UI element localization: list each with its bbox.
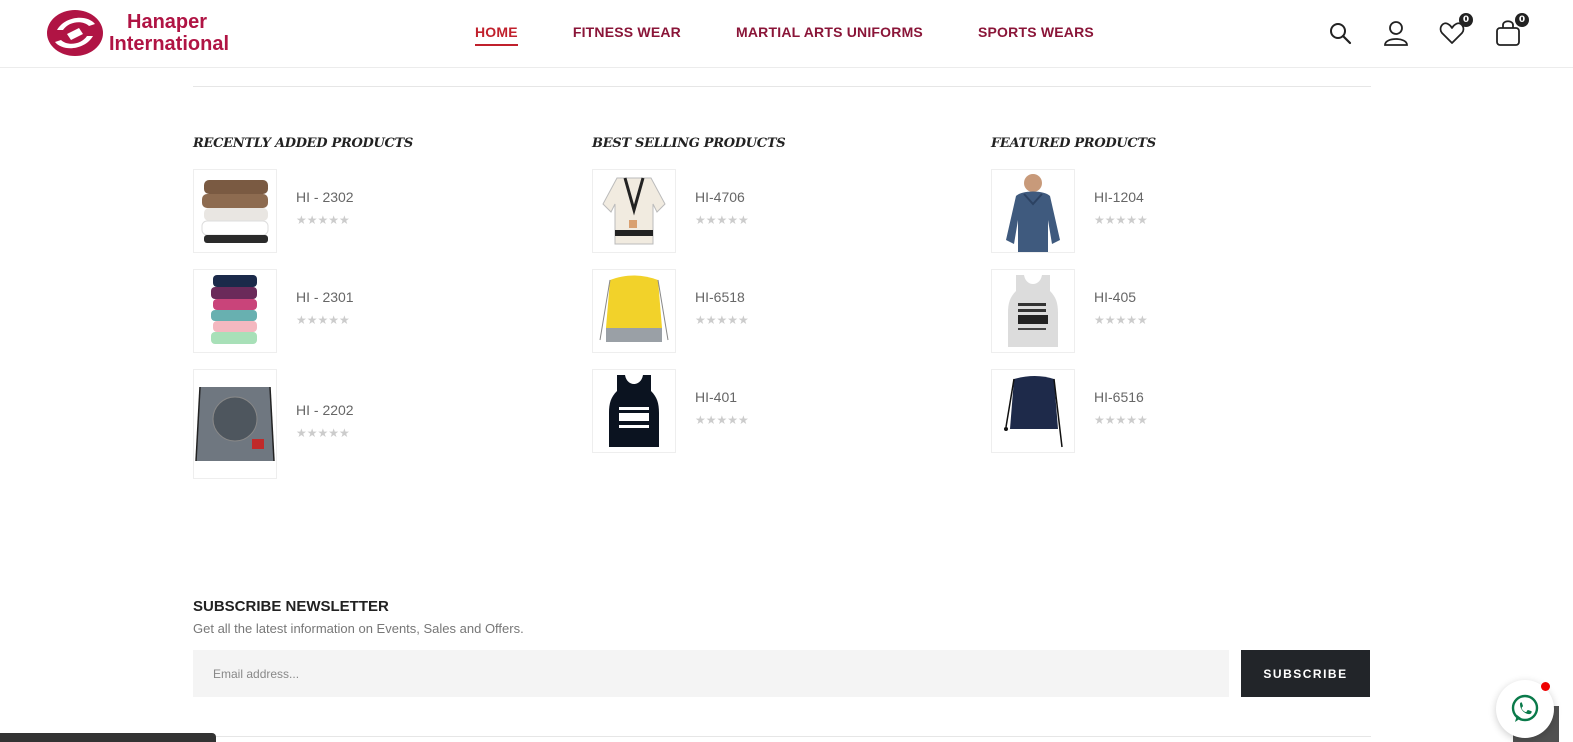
newsletter-title: SUBSCRIBE NEWSLETTER: [193, 598, 389, 615]
footer-divider: [193, 736, 1371, 737]
main-nav: HOME FITNESS WEAR MARTIAL ARTS UNIFORMS …: [475, 24, 1149, 46]
brand-name-line2: International: [109, 33, 230, 55]
cart-button[interactable]: 0: [1493, 13, 1529, 48]
rating-stars: ★★★★★: [296, 313, 350, 327]
drawstring-bag-icon: [1004, 376, 1063, 448]
search-button[interactable]: [1325, 18, 1355, 48]
column-title: RECENTLY ADDED PRODUCTS: [193, 136, 414, 151]
product-name[interactable]: HI-405: [1094, 289, 1148, 305]
notification-dot: [1541, 682, 1550, 691]
brand-name-line1: Hanaper: [127, 11, 208, 33]
product-name[interactable]: HI - 2202: [296, 402, 354, 418]
product-item[interactable]: HI-401 ★★★★★: [592, 369, 972, 455]
whatsapp-icon: [1511, 694, 1539, 722]
hoodie-model-icon: [1006, 174, 1060, 252]
search-icon: [1330, 23, 1352, 45]
header-actions: 0 0: [1299, 13, 1529, 48]
subscribe-button[interactable]: SUBSCRIBE: [1241, 650, 1370, 697]
rating-stars: ★★★★★: [695, 413, 749, 427]
product-thumbnail[interactable]: [991, 169, 1075, 253]
browser-status-bar: [0, 733, 216, 742]
product-thumbnail[interactable]: [991, 369, 1075, 453]
product-item[interactable]: HI-4706 ★★★★★: [592, 169, 972, 255]
recently-added-products: RECENTLY ADDED PRODUCTS HI - 2302 ★★★★★: [193, 136, 573, 479]
product-name[interactable]: HI-6516: [1094, 389, 1148, 405]
brand-name: Hanaper International: [109, 11, 229, 55]
product-name[interactable]: HI - 2302: [296, 189, 354, 205]
nav-fitness-wear[interactable]: FITNESS WEAR: [573, 24, 681, 46]
newsletter-subtitle: Get all the latest information on Events…: [193, 621, 524, 636]
towel-stack-icon: [211, 275, 257, 344]
tank-top-icon: [609, 375, 659, 447]
rating-stars: ★★★★★: [296, 213, 350, 227]
product-thumbnail[interactable]: [592, 369, 676, 453]
product-item[interactable]: HI-6518 ★★★★★: [592, 269, 972, 355]
section-divider: [193, 86, 1371, 87]
towel-stack-icon: [201, 180, 269, 243]
product-thumbnail[interactable]: [193, 169, 277, 253]
rating-stars: ★★★★★: [296, 426, 350, 440]
product-item[interactable]: HI - 2302 ★★★★★: [193, 169, 573, 255]
site-header: Hanaper International HOME FITNESS WEAR …: [0, 0, 1573, 68]
rating-stars: ★★★★★: [1094, 213, 1148, 227]
product-item[interactable]: HI - 2202 ★★★★★: [193, 369, 573, 481]
drawstring-bag-icon: [599, 275, 669, 342]
drawstring-bag-icon: [195, 386, 275, 462]
product-thumbnail[interactable]: [592, 169, 676, 253]
whatsapp-chat-button[interactable]: [1496, 680, 1554, 738]
martial-arts-uniform-icon: [602, 177, 666, 245]
rating-stars: ★★★★★: [1094, 413, 1148, 427]
rating-stars: ★★★★★: [695, 213, 749, 227]
column-title: FEATURED PRODUCTS: [991, 136, 1156, 151]
product-name[interactable]: HI-6518: [695, 289, 749, 305]
wishlist-count-badge: 0: [1459, 13, 1473, 27]
product-name[interactable]: HI-1204: [1094, 189, 1148, 205]
brand-logo[interactable]: Hanaper International: [45, 8, 229, 58]
tank-top-icon: [1008, 275, 1058, 347]
rating-stars: ★★★★★: [695, 313, 749, 327]
product-thumbnail[interactable]: [991, 269, 1075, 353]
logo-mark-icon: [47, 10, 103, 56]
product-name[interactable]: HI-4706: [695, 189, 749, 205]
best-selling-products: BEST SELLING PRODUCTS HI-4706 ★★★★★ HI-6…: [592, 136, 972, 453]
newsletter-email-input[interactable]: [193, 650, 1229, 697]
featured-products: FEATURED PRODUCTS HI-1204 ★★★★★ HI-405 ★…: [991, 136, 1371, 453]
column-title: BEST SELLING PRODUCTS: [592, 136, 786, 151]
product-thumbnail[interactable]: [193, 369, 277, 479]
account-button[interactable]: [1381, 18, 1411, 48]
rating-stars: ★★★★★: [1094, 313, 1148, 327]
product-item[interactable]: HI - 2301 ★★★★★: [193, 269, 573, 355]
nav-martial-arts-uniforms[interactable]: MARTIAL ARTS UNIFORMS: [736, 24, 923, 46]
user-icon: [1384, 21, 1408, 46]
wishlist-button[interactable]: 0: [1437, 13, 1473, 48]
product-thumbnail[interactable]: [193, 269, 277, 353]
product-item[interactable]: HI-405 ★★★★★: [991, 269, 1371, 355]
nav-sports-wears[interactable]: SPORTS WEARS: [978, 24, 1094, 46]
product-item[interactable]: HI-1204 ★★★★★: [991, 169, 1371, 255]
product-item[interactable]: HI-6516 ★★★★★: [991, 369, 1371, 455]
product-thumbnail[interactable]: [592, 269, 676, 353]
cart-count-badge: 0: [1515, 13, 1529, 27]
product-name[interactable]: HI-401: [695, 389, 749, 405]
nav-home[interactable]: HOME: [475, 24, 518, 46]
product-name[interactable]: HI - 2301: [296, 289, 354, 305]
